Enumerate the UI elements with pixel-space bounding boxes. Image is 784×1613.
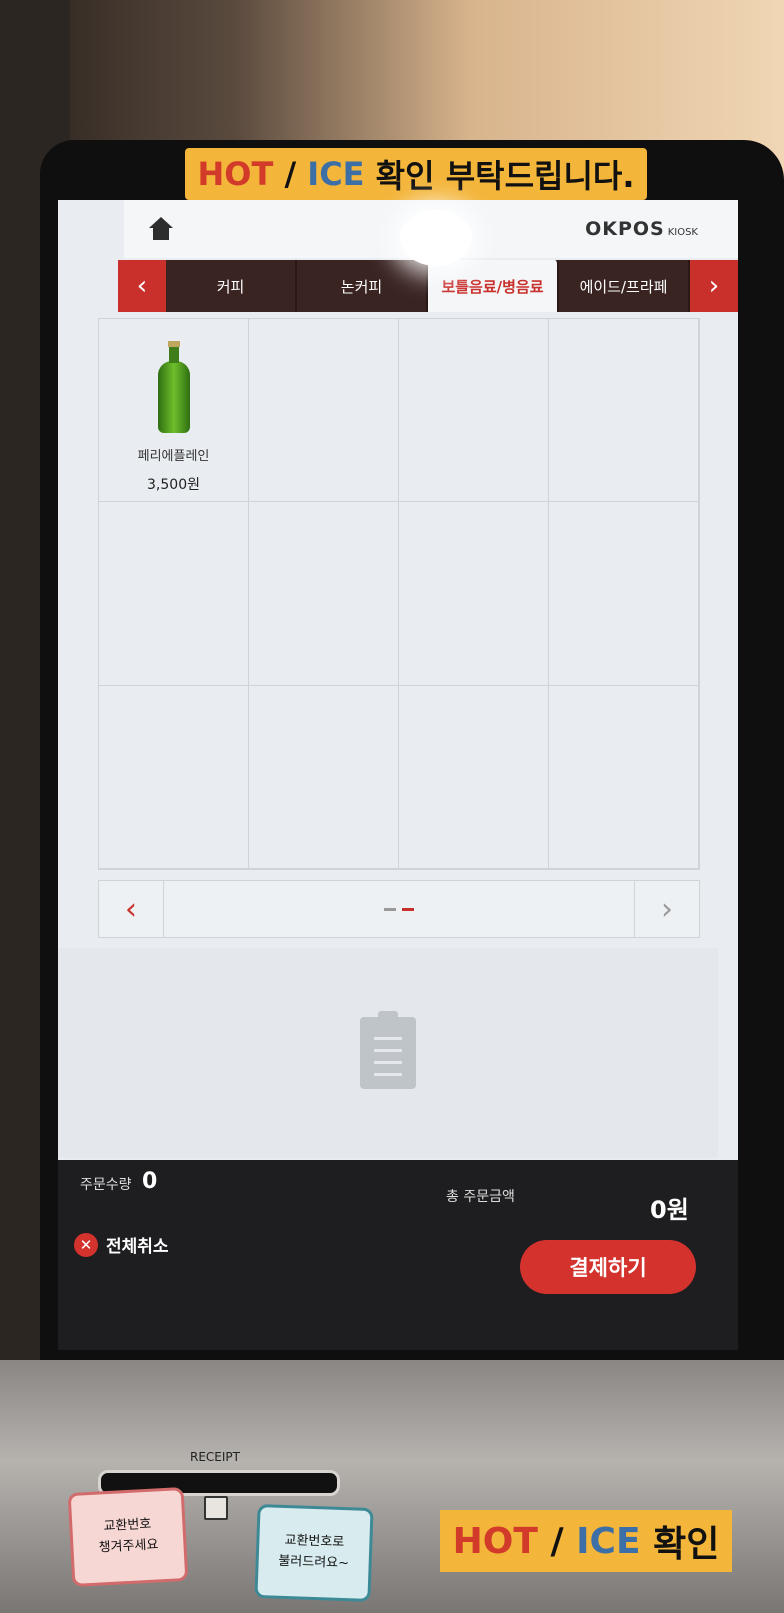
product-name: 페리에플레인 (137, 449, 210, 464)
empty-slot (399, 319, 549, 503)
clipboard-icon (360, 1011, 416, 1089)
product-price: 3,500원 (147, 477, 200, 493)
tab-non-coffee[interactable]: 논커피 (297, 260, 428, 312)
sticker-text: 확인 부탁드립니다. (364, 157, 635, 195)
empty-slot (249, 319, 399, 503)
empty-slot (549, 502, 699, 686)
tab-ade-frappe[interactable]: 에이드/프라페 (559, 260, 690, 312)
tab-bottled-drinks[interactable]: 보틀음료/병음료 (428, 260, 559, 312)
hot-ice-sticker-top: HOT / ICE 확인 부탁드립니다. (185, 148, 647, 200)
sticker-bottom-ice: ICE (576, 1520, 641, 1562)
tabs-next-button[interactable]: › (690, 260, 738, 312)
bottle-image-icon (156, 341, 192, 433)
page-navigator: ‹ › (98, 880, 700, 938)
okpos-logo: OKPOS KIOSK (585, 218, 698, 240)
logo-text: OKPOS (585, 218, 665, 240)
order-footer: 주문수량 0 총 주문금액 0원 ✕ 전체취소 결제하기 (58, 1160, 738, 1350)
hot-ice-sticker-bottom: HOT / ICE 확인 (440, 1510, 732, 1572)
qty-label: 주문수량 (80, 1177, 132, 1193)
empty-slot (549, 685, 699, 869)
kiosk-screen: OKPOS KIOSK ‹ 커피 논커피 보틀음료/병음료 에이드/프라페 › 페… (58, 200, 738, 1350)
note-exchange-number: 교환번호 챙겨주세요 (67, 1487, 189, 1587)
sticker-bottom-text: 확인 (640, 1524, 720, 1565)
empty-slot (99, 502, 249, 686)
prev-page-button[interactable]: ‹ (99, 881, 164, 937)
receipt-icon (204, 1496, 228, 1520)
category-tabs: ‹ 커피 논커피 보틀음료/병음료 에이드/프라페 › (118, 260, 738, 312)
empty-slot (249, 685, 399, 869)
sticker-sep: / (273, 155, 308, 193)
sticker-ice: ICE (307, 155, 365, 193)
empty-slot (399, 685, 549, 869)
qty-value: 0 (142, 1169, 158, 1194)
pay-button[interactable]: 결제하기 (520, 1240, 696, 1294)
empty-slot (549, 319, 699, 503)
empty-slot (399, 502, 549, 686)
product-card[interactable]: 페리에플레인 3,500원 (99, 319, 249, 503)
tabs-prev-button[interactable]: ‹ (118, 260, 166, 312)
close-icon: ✕ (74, 1232, 98, 1257)
page-dot-active (402, 907, 414, 911)
note-call-number: 교환번호로 불러드려요~ (254, 1504, 374, 1602)
empty-slot (99, 685, 249, 869)
page-indicator (164, 881, 634, 937)
home-icon[interactable] (148, 217, 174, 241)
sticker-bottom-sep: / (537, 1520, 577, 1562)
receipt-label: RECEIPT (190, 1450, 240, 1464)
logo-sub: KIOSK (667, 227, 698, 238)
empty-slot (249, 502, 399, 686)
total-label: 총 주문금액 (446, 1189, 515, 1205)
total-value: 0원 (650, 1196, 689, 1224)
cart-area (58, 948, 718, 1158)
cancel-all-label: 전체취소 (106, 1237, 169, 1257)
light-glare (400, 210, 472, 266)
cancel-all-button[interactable]: ✕ 전체취소 (74, 1232, 169, 1257)
tab-coffee[interactable]: 커피 (166, 260, 297, 312)
sticker-hot: HOT (197, 155, 274, 193)
sticker-bottom-hot: HOT (452, 1520, 538, 1562)
page-dot (384, 907, 396, 911)
next-page-button[interactable]: › (634, 881, 699, 937)
product-grid: 페리에플레인 3,500원 (98, 318, 700, 870)
